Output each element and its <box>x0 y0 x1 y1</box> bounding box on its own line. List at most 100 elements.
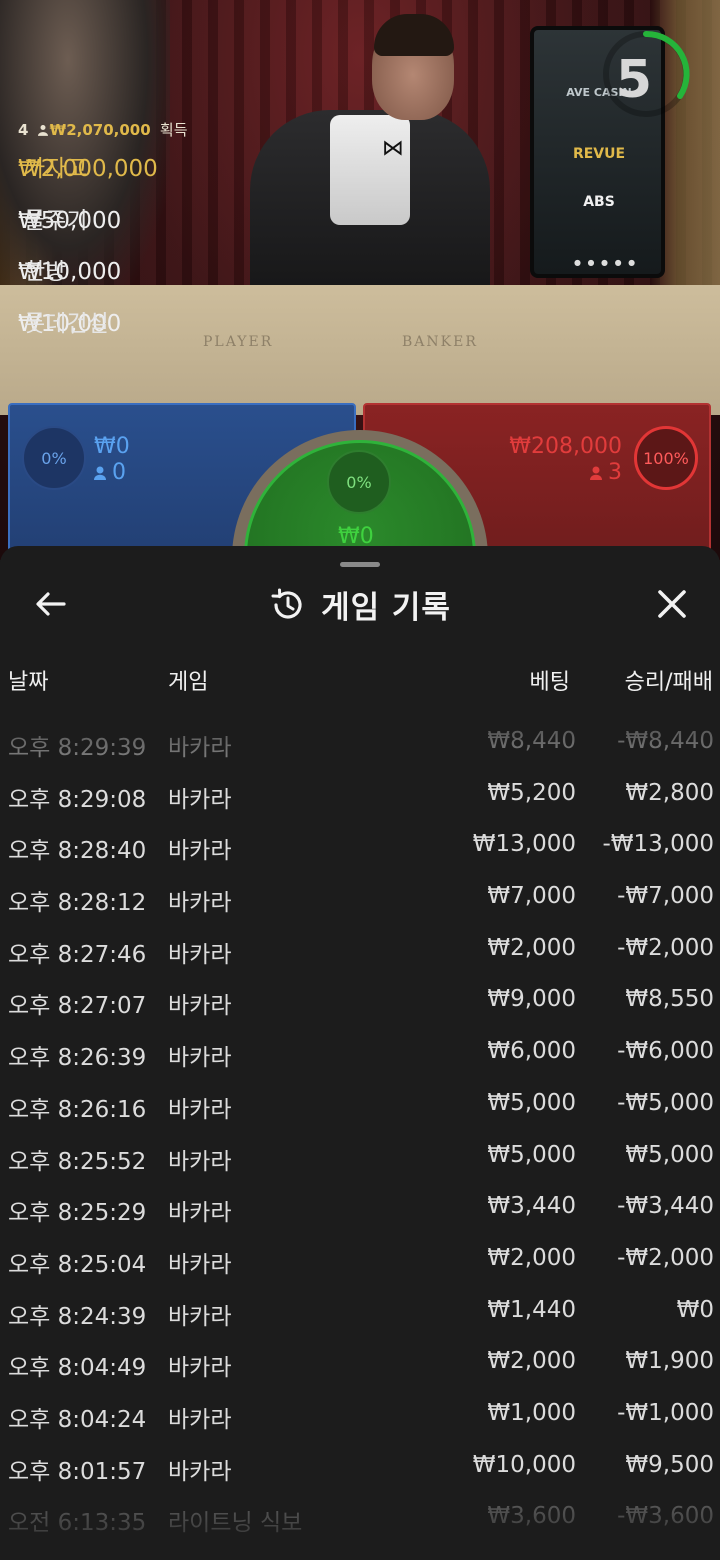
column-header-bet: 베팅 <box>529 670 570 695</box>
row-result: -₩8,440 <box>617 728 714 754</box>
row-bet: ₩10,000 <box>472 1451 576 1478</box>
row-result: ₩8,550 <box>625 986 714 1013</box>
table-banker-word: BANKER <box>402 334 478 350</box>
row-game: 바카라 <box>168 1458 232 1485</box>
row-date: 오후 8:26:39 <box>8 1045 147 1072</box>
row-bet: ₩3,440 <box>487 1193 576 1220</box>
game-history-sheet: 게임 기록 날짜 게임 베팅 승리/패배 오후 8:29:39 바카라 ₩8,440… <box>0 546 720 1560</box>
row-bet: ₩5,000 <box>487 1089 576 1116</box>
winner-entry: ₩2,000,000 가자고 <box>18 156 158 182</box>
row-bet: ₩7,000 <box>487 883 576 910</box>
row-date: 오후 8:29:08 <box>8 786 147 813</box>
winners-total: ₩2,070,000 <box>49 121 151 139</box>
row-date: 오후 8:25:52 <box>8 1148 147 1175</box>
column-header-result: 승리/패배 <box>624 670 713 695</box>
table-row[interactable]: 오후 8:27:07 바카라 ₩9,000 ₩8,550 <box>0 974 720 1026</box>
row-game: 바카라 <box>168 1251 232 1278</box>
history-list[interactable]: 오후 8:29:39 바카라 ₩8,440 -₩8,440 오후 8:29:08 바카라 ₩… <box>0 716 720 1543</box>
row-date: 오후 8:26:16 <box>8 1096 147 1123</box>
winner-entry: ₩50,000 물주기 <box>18 207 122 234</box>
tie-percent: 0% <box>327 450 391 514</box>
row-result: ₩5,000 <box>625 1141 714 1168</box>
row-date: 오후 8:25:29 <box>8 1200 147 1227</box>
row-result: ₩2,800 <box>625 779 714 806</box>
table-row[interactable]: 오후 8:28:12 바카라 ₩7,000 -₩7,000 <box>0 871 720 923</box>
row-bet: ₩2,000 <box>487 934 576 961</box>
row-result: -₩6,000 <box>617 1038 714 1065</box>
table-row[interactable]: 오전 6:13:35 라이트닝 식보 ₩3,600 -₩3,600 <box>0 1491 720 1543</box>
row-result: -₩13,000 <box>602 831 714 858</box>
row-result: ₩1,900 <box>625 1348 714 1375</box>
row-date: 오후 8:28:40 <box>8 838 147 865</box>
row-bet: ₩1,000 <box>487 1399 576 1426</box>
winner-entry: ₩10,000 롯데건설 <box>18 311 122 338</box>
close-button[interactable] <box>648 582 696 626</box>
table-row[interactable]: 오후 8:29:08 바카라 ₩5,200 ₩2,800 <box>0 768 720 820</box>
row-result: -₩3,600 <box>617 1503 714 1530</box>
row-game: 바카라 <box>168 1406 232 1433</box>
countdown-number: 5 <box>615 50 653 110</box>
table-row[interactable]: 오후 8:24:39 바카라 ₩1,440 ₩0 <box>0 1285 720 1337</box>
row-bet: ₩2,000 <box>487 1348 576 1375</box>
row-game: 바카라 <box>168 1045 232 1072</box>
table-row[interactable]: 오후 8:25:52 바카라 ₩5,000 ₩5,000 <box>0 1130 720 1182</box>
arrow-left-icon <box>36 592 66 616</box>
row-result: -₩1,000 <box>617 1399 714 1426</box>
close-icon <box>658 590 686 618</box>
row-date: 오전 6:13:35 <box>8 1510 147 1537</box>
table-row[interactable]: 오후 8:28:40 바카라 ₩13,000 -₩13,000 <box>0 819 720 871</box>
row-result: ₩0 <box>676 1296 714 1323</box>
player-percent: 0% <box>22 426 86 490</box>
player-stake: ₩0 0 <box>94 434 130 486</box>
row-date: 오후 8:04:24 <box>8 1406 147 1433</box>
row-bet: ₩6,000 <box>487 1038 576 1065</box>
table-player-word: PLAYER <box>203 334 274 350</box>
row-bet: ₩5,000 <box>487 1141 576 1168</box>
row-game: 바카라 <box>168 838 232 865</box>
table-row[interactable]: 오후 8:27:46 바카라 ₩2,000 -₩2,000 <box>0 923 720 975</box>
row-date: 오후 8:25:04 <box>8 1251 147 1278</box>
carousel-dots: ● ● ● ● ● <box>574 258 638 267</box>
table-row[interactable]: 오후 8:26:16 바카라 ₩5,000 -₩5,000 <box>0 1078 720 1130</box>
row-game: 바카라 <box>168 735 232 761</box>
banker-amount: ₩208,000 <box>509 434 622 459</box>
row-bet: ₩3,600 <box>487 1503 576 1530</box>
person-icon <box>94 466 106 480</box>
row-game: 바카라 <box>168 1355 232 1382</box>
row-result: -₩5,000 <box>617 1089 714 1116</box>
table-row[interactable]: 오후 8:25:29 바카라 ₩3,440 -₩3,440 <box>0 1181 720 1233</box>
back-button[interactable] <box>28 584 72 624</box>
row-game: 바카라 <box>168 941 232 968</box>
table-row[interactable]: 오후 8:26:39 바카라 ₩6,000 -₩6,000 <box>0 1026 720 1078</box>
player-amount: ₩0 <box>94 434 130 459</box>
table-row[interactable]: 오후 8:01:57 바카라 ₩10,000 ₩9,500 <box>0 1440 720 1492</box>
table-row[interactable]: 오후 8:29:39 바카라 ₩8,440 -₩8,440 <box>0 716 720 768</box>
table-row[interactable]: 오후 8:25:04 바카라 ₩2,000 -₩2,000 <box>0 1233 720 1285</box>
row-bet: ₩2,000 <box>487 1244 576 1271</box>
row-bet: ₩5,200 <box>487 779 576 806</box>
banker-stake: ₩208,000 3 <box>509 434 622 486</box>
table-row[interactable]: 오후 8:04:49 바카라 ₩2,000 ₩1,900 <box>0 1336 720 1388</box>
row-game: 라이트닝 식보 <box>168 1510 303 1537</box>
row-game: 바카라 <box>168 1303 232 1330</box>
sheet-drag-handle[interactable] <box>340 562 380 567</box>
table-row[interactable]: 오후 8:04:24 바카라 ₩1,000 -₩1,000 <box>0 1388 720 1440</box>
row-result: -₩2,000 <box>617 1244 714 1271</box>
row-bet: ₩8,440 <box>487 728 576 754</box>
row-date: 오후 8:24:39 <box>8 1303 147 1330</box>
winners-total-suffix: 획득 <box>159 121 188 139</box>
banker-percent: 100% <box>634 426 698 490</box>
banker-count: 3 <box>608 460 622 485</box>
row-game: 바카라 <box>168 1148 232 1175</box>
row-game: 바카라 <box>168 993 232 1020</box>
row-date: 오후 8:04:49 <box>8 1355 147 1382</box>
row-bet: ₩1,440 <box>487 1296 576 1323</box>
winners-list: 4 ₩2,070,000 획득 ₩2,000,000 가자고 ₩50,000 물주기… <box>18 117 188 351</box>
dealer-shirt <box>330 115 410 225</box>
sheet-header: 게임 기록 <box>0 582 720 627</box>
row-date: 오후 8:28:12 <box>8 890 147 917</box>
row-game: 바카라 <box>168 786 232 813</box>
row-date: 오후 8:27:07 <box>8 993 147 1020</box>
sheet-title: 게임 기록 <box>321 590 451 626</box>
bowtie-icon: ⋈ <box>382 136 404 161</box>
